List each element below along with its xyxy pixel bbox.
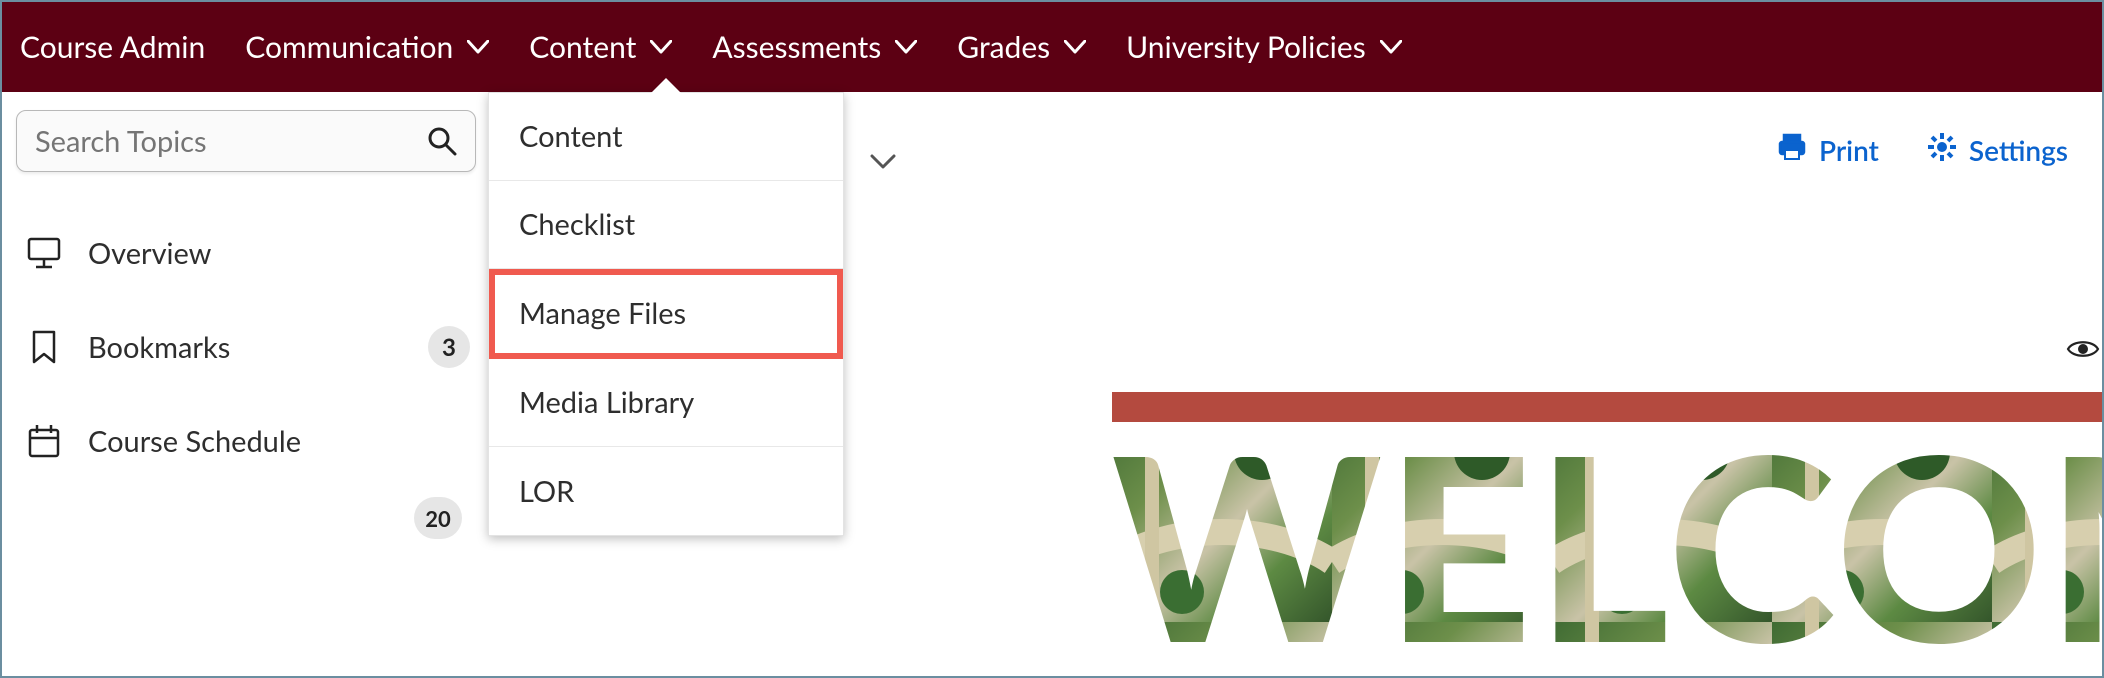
print-label: Print [1819,133,1879,167]
overview-icon [24,235,64,271]
settings-label: Settings [1969,133,2068,167]
welcome-text: WELCOME [1112,402,2102,678]
dropdown-caret [650,78,682,94]
chevron-down-icon[interactable] [870,154,896,170]
print-button[interactable]: Print [1777,132,1879,168]
gear-icon [1927,132,1957,168]
nav-label: Communication [245,29,453,65]
dropdown-item-label: Media Library [519,385,694,420]
dropdown-item-label: LOR [519,474,574,509]
dropdown-item-manage-files[interactable]: Manage Files [489,269,843,359]
dropdown-item-content[interactable]: Content [489,93,843,181]
content-dropdown: Content Checklist Manage Files Media Lib… [488,92,844,536]
sidebar-item-course-schedule[interactable]: Course Schedule [16,394,478,488]
chevron-down-icon [895,40,917,54]
visibility-icon[interactable] [2066,337,2100,361]
dropdown-item-label: Checklist [519,207,635,242]
settings-button[interactable]: Settings [1927,132,2068,168]
dropdown-item-label: Manage Files [519,296,686,331]
search-icon[interactable] [427,126,457,156]
count-badge: 20 [414,497,462,539]
welcome-banner: WELCOME [1112,392,2102,678]
course-navbar: Course Admin Communication Content Asses… [2,2,2102,92]
nav-assessments[interactable]: Assessments [712,29,917,65]
dropdown-item-label: Content [519,119,623,154]
dropdown-item-checklist[interactable]: Checklist [489,181,843,269]
chevron-down-icon [1064,40,1086,54]
search-topics-box[interactable] [16,110,476,172]
chevron-down-icon [467,40,489,54]
nav-communication[interactable]: Communication [245,29,489,65]
nav-label: Assessments [712,29,881,65]
sidebar-item-label: Overview [88,236,470,271]
page-actions: Print Setti [1777,132,2068,168]
chevron-down-icon [1380,40,1402,54]
bookmark-icon [24,329,64,365]
nav-course-admin[interactable]: Course Admin [20,29,205,65]
print-icon [1777,132,1807,168]
nav-content[interactable]: Content [529,29,672,65]
calendar-icon [24,423,64,459]
sidebar-item-partial[interactable]: 20 [16,488,478,548]
dropdown-item-media-library[interactable]: Media Library [489,359,843,447]
search-input[interactable] [35,124,427,159]
nav-university-policies[interactable]: University Policies [1126,29,1402,65]
nav-label: Grades [957,29,1050,65]
nav-label: Course Admin [20,29,205,65]
nav-label: University Policies [1126,29,1366,65]
chevron-down-icon [650,40,672,54]
dropdown-item-lor[interactable]: LOR [489,447,843,535]
nav-grades[interactable]: Grades [957,29,1086,65]
content-sidebar: Overview Bookmarks 3 [2,92,492,676]
bookmarks-count-badge: 3 [428,326,470,368]
nav-label: Content [529,29,636,65]
sidebar-item-label: Bookmarks [88,330,404,365]
sidebar-item-overview[interactable]: Overview [16,206,478,300]
sidebar-item-bookmarks[interactable]: Bookmarks 3 [16,300,478,394]
sidebar-item-label: Course Schedule [88,424,470,459]
